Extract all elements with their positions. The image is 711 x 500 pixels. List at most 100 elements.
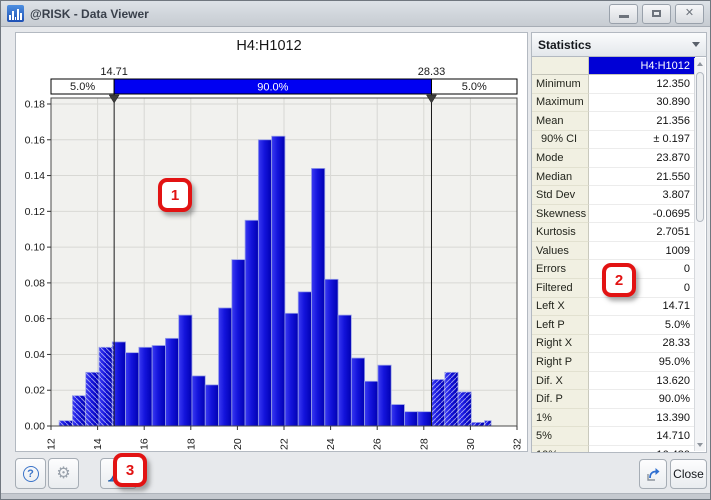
window-bottom-edge [1, 493, 710, 499]
histogram-bar [232, 260, 245, 426]
gear-icon: ⚙ [56, 466, 70, 482]
histogram-bar [391, 405, 404, 426]
y-tick-label: 0.14 [25, 170, 46, 182]
histogram-bar [325, 279, 338, 426]
stat-label: Right P [532, 353, 589, 372]
stat-label: Mode [532, 149, 589, 168]
stat-row: 1%13.390 [532, 409, 695, 428]
stat-label: Right X [532, 335, 589, 354]
export-icon [645, 466, 662, 483]
statistics-dropdown[interactable]: Statistics [532, 33, 706, 57]
histogram-bar [285, 313, 298, 426]
stat-row: 5%14.710 [532, 427, 695, 446]
histogram-chart-panel: H4:H10125.0%90.0%5.0%14.7128.330.000.020… [15, 32, 528, 452]
histogram-bar [338, 315, 351, 426]
callout-badge-2: 2 [602, 263, 636, 297]
stat-value: 90.0% [589, 390, 695, 409]
maximize-button[interactable] [642, 4, 671, 24]
statistics-dropdown-label: Statistics [538, 38, 591, 52]
minimize-button[interactable] [609, 4, 638, 24]
chevron-down-icon [692, 42, 700, 47]
stat-value: 95.0% [589, 353, 695, 372]
data-viewer-window: @RISK - Data Viewer ✕ H4:H1012 5.0% 90.0% 5… [0, 0, 711, 500]
stat-value: 21.356 [589, 112, 695, 131]
window-title: @RISK - Data Viewer [30, 7, 149, 21]
stat-row: Values1009 [532, 242, 695, 261]
stat-row: Left P5.0% [532, 316, 695, 335]
x-tick-label: 16 [139, 438, 151, 450]
stat-row: Kurtosis2.7051 [532, 223, 695, 242]
y-tick-label: 0.04 [25, 349, 46, 361]
stat-row: Mode23.870 [532, 149, 695, 168]
chart-title: H4:H1012 [236, 38, 301, 54]
scroll-down-icon[interactable] [696, 441, 704, 449]
stat-value: 12.350 [589, 75, 695, 94]
histogram-bar [179, 315, 192, 426]
export-button[interactable] [639, 459, 667, 489]
stat-row: Mean21.356 [532, 112, 695, 131]
stat-row: Maximum30.890 [532, 94, 695, 113]
help-button[interactable]: ? [15, 458, 46, 489]
scrollbar-thumb[interactable] [696, 72, 704, 222]
stat-row: Median21.550 [532, 168, 695, 187]
histogram-bar [258, 140, 271, 426]
stat-label: Dif. P [532, 390, 589, 409]
close-window-button[interactable]: ✕ [675, 4, 704, 24]
series-header-cell: H4:H1012 [589, 57, 695, 74]
scroll-up-icon[interactable] [696, 60, 704, 68]
histogram-bar [126, 353, 139, 426]
stat-value: 13.390 [589, 409, 695, 428]
stats-scrollbar[interactable] [694, 58, 705, 451]
minimize-icon [619, 15, 629, 18]
title-bar[interactable]: @RISK - Data Viewer ✕ [1, 1, 710, 27]
stat-value: 23.870 [589, 149, 695, 168]
stat-label: Left P [532, 316, 589, 335]
y-tick-label: 0.16 [25, 134, 46, 146]
left-band-pct: 5.0% [70, 81, 95, 93]
stat-value: -0.0695 [589, 205, 695, 224]
stat-row: 10%16.480 [532, 446, 695, 452]
right-band-pct: 5.0% [462, 81, 487, 93]
x-tick-label: 24 [325, 438, 337, 450]
risk-app-icon [7, 5, 24, 22]
x-tick-label: 12 [46, 438, 58, 450]
stat-row: Dif. X13.620 [532, 372, 695, 391]
stat-label: 1% [532, 409, 589, 428]
x-tick-label: 14 [92, 438, 104, 450]
stat-row: Left X14.71 [532, 298, 695, 317]
statistics-column-header: H4:H1012 [532, 57, 695, 75]
stat-value: 28.33 [589, 335, 695, 354]
right-delimiter-value: 28.33 [418, 66, 446, 78]
statistics-panel: Statistics H4:H1012 Minimum12.350Maximum… [531, 32, 707, 453]
y-tick-label: 0.06 [25, 313, 46, 325]
histogram-bar [378, 365, 391, 426]
close-button[interactable]: Close [670, 459, 707, 489]
stat-value: 13.620 [589, 372, 695, 391]
close-icon: ✕ [685, 8, 694, 19]
y-tick-label: 0.00 [25, 421, 46, 433]
x-tick-label: 26 [372, 438, 384, 450]
help-icon: ? [23, 466, 39, 482]
histogram-chart: H4:H10125.0%90.0%5.0%14.7128.330.000.020… [16, 33, 527, 451]
stat-value: 1009 [589, 242, 695, 261]
stat-row: Std Dev3.807 [532, 186, 695, 205]
stat-value: 3.807 [589, 186, 695, 205]
stat-row: 90% CI± 0.197 [532, 131, 695, 150]
x-tick-label: 18 [185, 438, 197, 450]
histogram-bar [205, 385, 218, 426]
histogram-bar [418, 412, 432, 426]
x-tick-label: 30 [465, 438, 477, 450]
stat-row: Skewness-0.0695 [532, 205, 695, 224]
stat-value: ± 0.197 [589, 131, 695, 150]
empty-header-cell [532, 57, 589, 74]
x-tick-label: 22 [279, 438, 291, 450]
y-tick-label: 0.18 [25, 99, 46, 111]
callout-badge-1: 1 [158, 178, 192, 212]
stat-label: Minimum [532, 75, 589, 94]
histogram-bar [245, 220, 258, 426]
histogram-bar [298, 292, 311, 426]
settings-button[interactable]: ⚙ [48, 458, 79, 489]
stat-value: 14.71 [589, 298, 695, 317]
x-tick-label: 32 [512, 438, 524, 450]
x-tick-label: 28 [418, 438, 430, 450]
